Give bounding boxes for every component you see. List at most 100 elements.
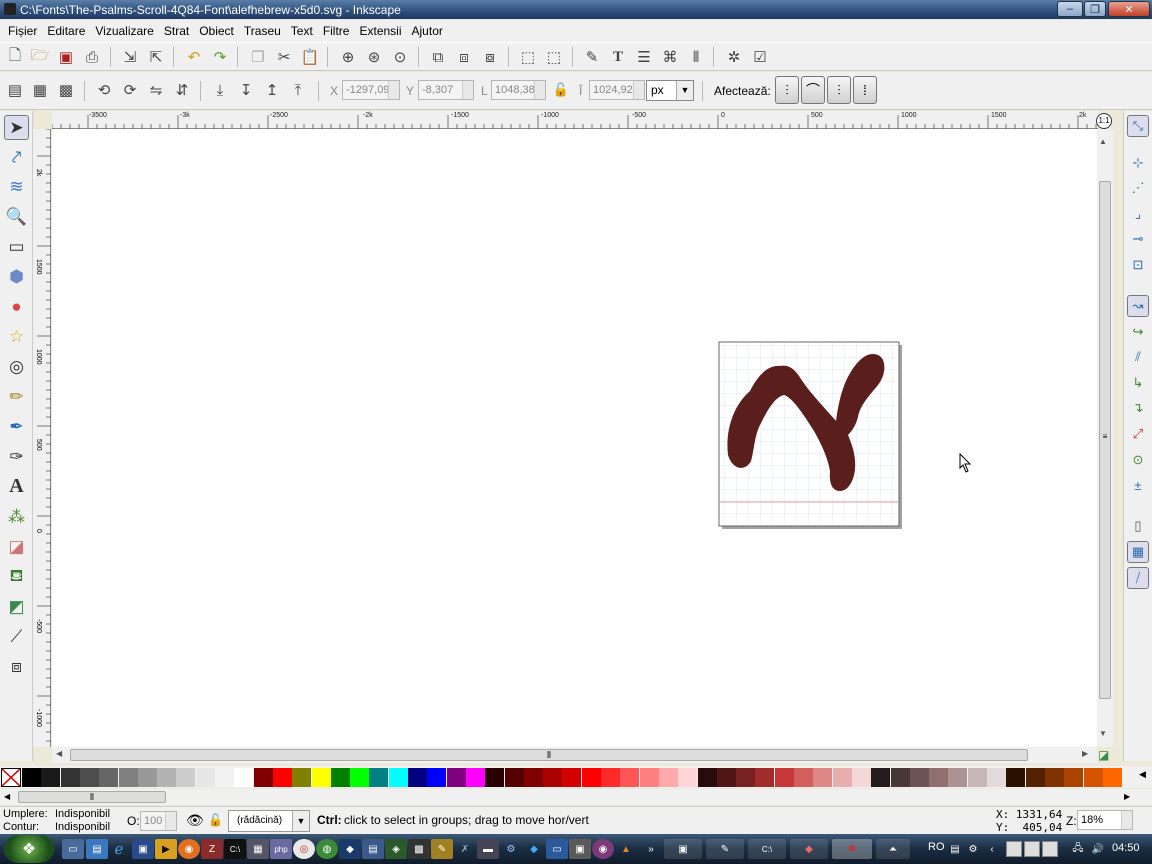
snap-intersections-icon[interactable]: ⫽ — [1127, 346, 1149, 368]
zoom-selection-icon[interactable]: ⊕ — [338, 47, 358, 67]
star-tool-icon[interactable]: ☆ — [4, 324, 29, 349]
menu-text[interactable]: Text — [286, 20, 318, 42]
taskbar-overflow-icon[interactable]: ⏶ — [876, 839, 910, 859]
color-swatch[interactable] — [716, 768, 736, 787]
xml-editor-icon[interactable]: ⌘ — [660, 47, 680, 67]
color-swatch[interactable] — [215, 768, 234, 787]
palette-scrollbar[interactable]: ◀ ⦀ ▶ — [0, 789, 1152, 805]
zoom-drawing-icon[interactable]: ⊛ — [364, 47, 384, 67]
export-icon[interactable]: ⇱ — [146, 47, 166, 67]
connector-tool-icon[interactable]: ⧈ — [4, 654, 29, 679]
horizontal-scroll-thumb[interactable]: ⦀ — [70, 749, 1028, 761]
zoom-page-icon[interactable]: ⊙ — [390, 47, 410, 67]
app-icon-5[interactable]: ✎ — [431, 839, 453, 859]
text-tool-icon[interactable]: A — [4, 474, 29, 499]
network-icon[interactable]: 🖧 — [1070, 839, 1086, 859]
app-icon-6[interactable]: ▬ — [477, 839, 499, 859]
clock[interactable]: 04:50 — [1112, 842, 1140, 854]
color-swatch[interactable] — [736, 768, 756, 787]
color-swatch[interactable] — [292, 768, 312, 787]
spiral-tool-icon[interactable]: ◎ — [4, 354, 29, 379]
snap-bbox-midpoints-icon[interactable]: ⊸ — [1127, 228, 1149, 250]
save-taskbar-icon[interactable]: ▣ — [132, 839, 154, 859]
color-swatch[interactable] — [446, 768, 466, 787]
running-notepad[interactable]: ✎ — [706, 839, 744, 859]
app-icon-3[interactable]: ◈ — [385, 839, 407, 859]
color-swatch[interactable] — [485, 768, 505, 787]
calligraphy-tool-icon[interactable]: ✑ — [4, 444, 29, 469]
selector-tool-icon[interactable]: ➤ — [4, 115, 29, 140]
running-console[interactable]: C:\ — [748, 839, 786, 859]
select-all-icon[interactable]: ▤ — [5, 80, 25, 100]
menu-path[interactable]: Traseu — [239, 20, 286, 42]
paint-bucket-tool-icon[interactable]: ⛾ — [4, 564, 29, 589]
ungroup-icon[interactable]: ⬚ — [544, 47, 564, 67]
align-distribute-icon[interactable]: ⫴ — [686, 47, 706, 67]
color-swatch[interactable] — [118, 768, 138, 787]
color-swatch[interactable] — [388, 768, 408, 787]
scale-stroke-toggle[interactable]: ⫶ — [775, 76, 799, 104]
snap-bbox-edges-icon[interactable]: ⋰ — [1127, 177, 1149, 199]
cut-icon[interactable]: ✂ — [274, 47, 294, 67]
scroll-right-icon[interactable]: ▶ — [1082, 749, 1088, 758]
palette-menu-icon[interactable]: ◀ — [1139, 769, 1146, 780]
vertical-scroll-thumb[interactable]: ≡ — [1099, 181, 1111, 699]
running-inkscape[interactable]: ✱ — [832, 839, 872, 859]
color-swatch[interactable] — [41, 768, 61, 787]
color-swatch[interactable] — [620, 768, 640, 787]
layer-select[interactable]: (rădăcină) ▼ — [228, 810, 310, 832]
internet-explorer-icon[interactable]: ℯ — [108, 839, 130, 859]
color-swatch[interactable] — [1006, 768, 1026, 787]
deselect-icon[interactable]: ▩ — [56, 80, 76, 100]
calculator-icon[interactable]: ▦ — [247, 839, 269, 859]
color-swatch[interactable] — [929, 768, 949, 787]
color-swatch[interactable] — [813, 768, 833, 787]
snap-paths-icon[interactable]: ↪ — [1127, 321, 1149, 343]
close-button[interactable]: ✕ — [1108, 1, 1150, 17]
unlink-clone-icon[interactable]: ⧇ — [480, 47, 500, 67]
color-swatch[interactable] — [176, 768, 196, 787]
layers-icon[interactable]: ☰ — [634, 47, 654, 67]
snap-guides-icon[interactable]: ⧸ — [1127, 567, 1149, 589]
new-document-icon[interactable]: 🗋 — [5, 47, 25, 67]
snap-grids-icon[interactable]: ▦ — [1127, 541, 1149, 563]
color-swatch[interactable] — [350, 768, 370, 787]
inkscape-quick-icon[interactable]: ✗ — [454, 839, 476, 859]
flip-vertical-icon[interactable]: ⇵ — [172, 80, 192, 100]
chrome-icon[interactable]: ◍ — [316, 839, 338, 859]
scroll-left-icon[interactable]: ◀ — [4, 792, 10, 801]
color-swatch[interactable] — [562, 768, 582, 787]
rectangle-tool-icon[interactable]: ▭ — [4, 234, 29, 259]
color-swatch[interactable] — [774, 768, 794, 787]
volume-icon[interactable]: 🔊 — [1090, 839, 1106, 859]
color-swatch[interactable] — [1102, 768, 1122, 787]
color-swatch[interactable] — [948, 768, 968, 787]
preferences-icon[interactable]: ✲ — [724, 47, 744, 67]
color-swatch[interactable] — [794, 768, 813, 787]
menu-view[interactable]: Vizualizare — [90, 20, 158, 42]
zoom-tool-icon[interactable]: 🔍 — [4, 204, 29, 229]
color-swatch[interactable] — [369, 768, 389, 787]
width-field[interactable]: 1048,38 — [491, 80, 546, 100]
color-swatch[interactable] — [890, 768, 910, 787]
color-swatch[interactable] — [523, 768, 543, 787]
color-swatch[interactable] — [157, 768, 177, 787]
running-app-1[interactable]: ▣ — [664, 839, 702, 859]
dropper-tool-icon[interactable]: ⟋ — [4, 624, 29, 649]
menu-file[interactable]: Fișier — [3, 20, 42, 42]
color-swatch[interactable] — [851, 768, 871, 787]
eraser-tool-icon[interactable]: ◪ — [4, 534, 29, 559]
app-icon-9[interactable]: ▭ — [546, 839, 568, 859]
snap-line-midpoints-icon[interactable]: ⤢ — [1127, 423, 1149, 445]
menu-edit[interactable]: Editare — [42, 20, 90, 42]
text-font-icon[interactable]: T — [608, 47, 628, 67]
snap-bbox-centers-icon[interactable]: ⊡ — [1127, 254, 1149, 276]
copy-icon[interactable]: ❐ — [248, 47, 268, 67]
color-swatch[interactable] — [755, 768, 775, 787]
app-icon-8[interactable]: ◆ — [523, 839, 545, 859]
opacity-field[interactable]: 100 — [140, 811, 177, 831]
open-folder-icon[interactable]: 🗁 — [30, 47, 50, 67]
maximize-button[interactable]: ❐ — [1084, 1, 1106, 17]
lock-ratio-icon[interactable]: 🔓 — [551, 80, 571, 100]
color-swatch[interactable] — [967, 768, 987, 787]
